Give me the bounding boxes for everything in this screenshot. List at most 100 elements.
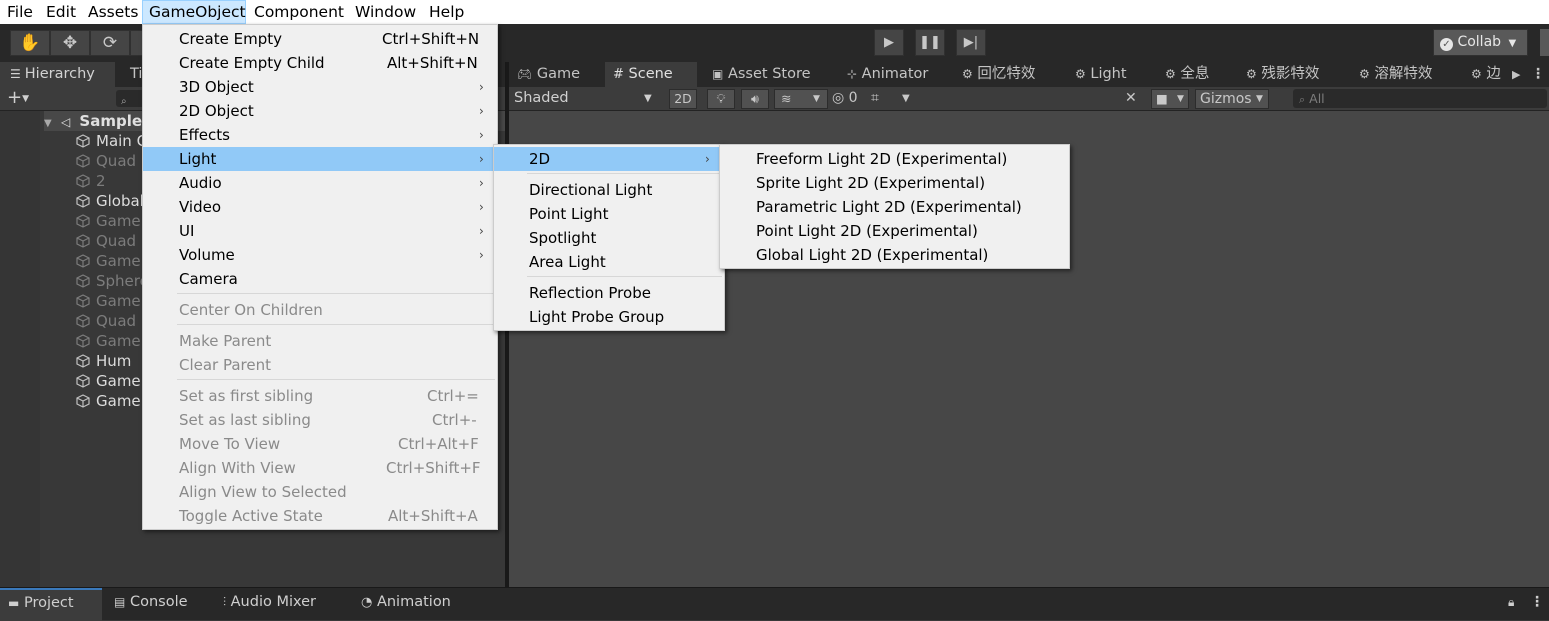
grid-toggle-button[interactable]: ⌗ bbox=[871, 87, 879, 110]
tools-button[interactable]: ✕ bbox=[1125, 87, 1137, 110]
tab-light[interactable]: ⚙ Light bbox=[1075, 62, 1127, 87]
menu-item-global-light-2d[interactable]: Global Light 2D (Experimental) bbox=[720, 243, 1069, 267]
menu-item-area-light[interactable]: Area Light bbox=[494, 250, 724, 274]
menu-item-point-light-2d[interactable]: Point Light 2D (Experimental) bbox=[720, 219, 1069, 243]
tab-scene-label: Scene bbox=[628, 66, 673, 82]
list-item-label: 2 bbox=[96, 172, 106, 190]
menu-item-toggle-active-state[interactable]: Toggle Active State Alt+Shift+A bbox=[143, 504, 497, 528]
tab-console[interactable]: ▤ Console bbox=[114, 588, 188, 621]
menu-item-create-empty[interactable]: Create Empty Ctrl+Shift+N bbox=[143, 27, 497, 51]
rotate-tool-button[interactable]: ⟳ bbox=[90, 30, 130, 56]
pause-button[interactable]: ❚❚ bbox=[915, 29, 945, 56]
play-button[interactable]: ▶ bbox=[874, 29, 904, 56]
list-item[interactable]: 2 bbox=[76, 171, 106, 191]
menu-assets[interactable]: Assets bbox=[88, 0, 138, 24]
list-item[interactable]: Game bbox=[76, 251, 141, 271]
list-item[interactable]: Hum bbox=[76, 351, 131, 371]
tab-animator-label: Animator bbox=[861, 66, 929, 82]
chevron-right-icon: › bbox=[705, 152, 710, 166]
tab-edge[interactable]: ⚙ 边 bbox=[1471, 62, 1501, 87]
scene-search-input[interactable]: ⌕ All bbox=[1293, 89, 1547, 108]
menu-item-volume[interactable]: Volume › bbox=[143, 243, 497, 267]
tab-timeline[interactable]: Ti bbox=[130, 62, 142, 87]
effects-dropdown[interactable]: ≋ ▼ bbox=[774, 89, 828, 109]
menu-item-center-on-children[interactable]: Center On Children bbox=[143, 298, 497, 322]
list-item[interactable]: Sphere bbox=[76, 271, 149, 291]
menu-item-2d-object[interactable]: 2D Object › bbox=[143, 99, 497, 123]
account-button[interactable] bbox=[1540, 29, 1549, 56]
hand-tool-button[interactable]: ✋ bbox=[10, 30, 50, 56]
tab-scene[interactable]: # Scene bbox=[605, 62, 697, 87]
tab-hologram[interactable]: ⚙ 全息 bbox=[1165, 62, 1209, 87]
menu-item-2d[interactable]: 2D › bbox=[494, 147, 724, 171]
lock-button[interactable]: 🔒︎ bbox=[1508, 588, 1514, 621]
menu-item-set-last-sibling[interactable]: Set as last sibling Ctrl+- bbox=[143, 408, 497, 432]
menu-item-reflection-probe[interactable]: Reflection Probe bbox=[494, 281, 724, 305]
menu-item-point-light[interactable]: Point Light bbox=[494, 202, 724, 226]
menu-item-camera[interactable]: Camera bbox=[143, 267, 497, 291]
menu-file[interactable]: File bbox=[7, 0, 33, 24]
list-item[interactable]: Main C bbox=[76, 131, 147, 151]
menu-item-move-to-view[interactable]: Move To View Ctrl+Alt+F bbox=[143, 432, 497, 456]
tool-icon: ⚙ bbox=[1165, 67, 1176, 81]
menu-gameobject[interactable]: GameObject bbox=[142, 0, 246, 24]
menu-item-effects[interactable]: Effects › bbox=[143, 123, 497, 147]
list-item[interactable]: Quad bbox=[76, 151, 136, 171]
audio-toggle-button[interactable]: 🔊︎ bbox=[741, 89, 769, 109]
list-item[interactable]: Global bbox=[76, 191, 144, 211]
list-item[interactable]: Quad bbox=[76, 231, 136, 251]
menu-help[interactable]: Help bbox=[429, 0, 464, 24]
list-item[interactable]: Game bbox=[76, 211, 141, 231]
menu-item-clear-parent[interactable]: Clear Parent bbox=[143, 353, 497, 377]
collab-button[interactable]: ✓ Collab ▼ bbox=[1433, 29, 1528, 56]
tab-asset-store[interactable]: ▣ Asset Store bbox=[712, 62, 811, 87]
list-item[interactable]: Game bbox=[76, 331, 141, 351]
menu-item-parametric-light-2d[interactable]: Parametric Light 2D (Experimental) bbox=[720, 195, 1069, 219]
menu-edit[interactable]: Edit bbox=[46, 0, 76, 24]
menu-item-ui[interactable]: UI › bbox=[143, 219, 497, 243]
panel-menu-button[interactable]: ⋮ bbox=[1530, 588, 1544, 621]
menu-item-directional-light[interactable]: Directional Light bbox=[494, 178, 724, 202]
tab-scroll-right-button[interactable]: ▶ bbox=[1512, 62, 1520, 87]
tab-memory-effect[interactable]: ⚙ 回忆特效 bbox=[962, 62, 1035, 87]
tab-animation[interactable]: ◔ Animation bbox=[361, 588, 451, 621]
menu-item-align-view-to-selected[interactable]: Align View to Selected bbox=[143, 480, 497, 504]
tab-afterimage[interactable]: ⚙ 残影特效 bbox=[1246, 62, 1319, 87]
tab-animator[interactable]: ⊹ Animator bbox=[847, 62, 928, 87]
scene-visibility-toggle[interactable]: ◎ 0 bbox=[832, 87, 858, 110]
move-tool-button[interactable]: ✥ bbox=[50, 30, 90, 56]
step-button[interactable]: ▶| bbox=[956, 29, 986, 56]
tool-icon: ⚙ bbox=[1471, 67, 1482, 81]
menu-item-spotlight[interactable]: Spotlight bbox=[494, 226, 724, 250]
menu-item-make-parent[interactable]: Make Parent bbox=[143, 329, 497, 353]
tab-audio-mixer[interactable]: ⫶ Audio Mixer bbox=[223, 588, 316, 621]
menu-item-light[interactable]: Light › bbox=[143, 147, 497, 171]
camera-dropdown[interactable]: ■ ▼ bbox=[1151, 89, 1189, 109]
gizmos-dropdown[interactable]: Gizmos ▼ bbox=[1195, 89, 1269, 109]
menu-item-create-empty-child[interactable]: Create Empty Child Alt+Shift+N bbox=[143, 51, 497, 75]
list-item[interactable]: Game bbox=[76, 291, 141, 311]
list-item[interactable]: Quad bbox=[76, 311, 136, 331]
menu-item-light-probe-group[interactable]: Light Probe Group bbox=[494, 305, 724, 329]
menu-item-audio[interactable]: Audio › bbox=[143, 171, 497, 195]
lighting-toggle-button[interactable]: 💡︎ bbox=[707, 89, 735, 109]
tab-menu-button[interactable]: ⋮ bbox=[1531, 62, 1545, 87]
list-item[interactable]: Game bbox=[76, 371, 141, 391]
tab-dissolve[interactable]: ⚙ 溶解特效 bbox=[1359, 62, 1432, 87]
2d-toggle-button[interactable]: 2D bbox=[669, 89, 697, 109]
grid-dropdown[interactable]: ▼ bbox=[902, 87, 910, 110]
add-object-button[interactable]: +▼ bbox=[7, 87, 29, 111]
menu-item-align-with-view[interactable]: Align With View Ctrl+Shift+F bbox=[143, 456, 497, 480]
tab-project[interactable]: ▬ Project bbox=[0, 588, 102, 621]
menu-window[interactable]: Window bbox=[355, 0, 416, 24]
menu-item-freeform-light-2d[interactable]: Freeform Light 2D (Experimental) bbox=[720, 147, 1069, 171]
list-item[interactable]: Game bbox=[76, 391, 141, 411]
tab-game[interactable]: 🎮︎ Game bbox=[517, 62, 580, 87]
menu-item-3d-object[interactable]: 3D Object › bbox=[143, 75, 497, 99]
menu-component[interactable]: Component bbox=[254, 0, 344, 24]
menu-item-set-first-sibling[interactable]: Set as first sibling Ctrl+= bbox=[143, 384, 497, 408]
shading-dropdown[interactable]: Shaded ▼ bbox=[509, 87, 659, 110]
menu-item-sprite-light-2d[interactable]: Sprite Light 2D (Experimental) bbox=[720, 171, 1069, 195]
menu-item-video[interactable]: Video › bbox=[143, 195, 497, 219]
tab-hierarchy[interactable]: ☰ Hierarchy bbox=[0, 62, 115, 87]
